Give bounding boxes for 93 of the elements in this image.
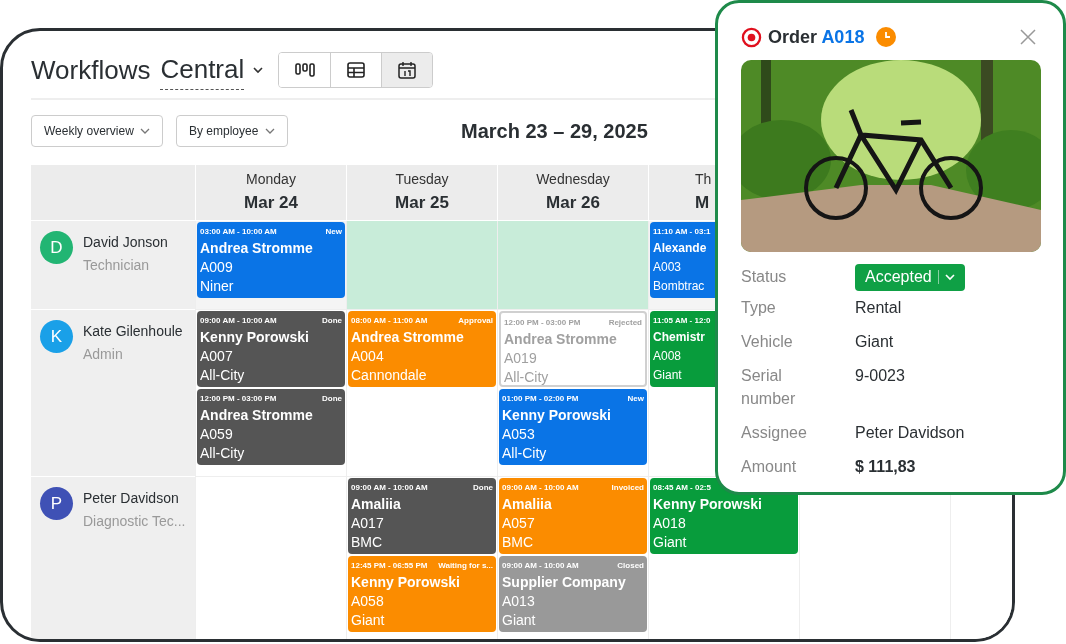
- event-customer: Amaliia: [351, 495, 401, 514]
- page-title: Workflows: [31, 53, 151, 87]
- event-time: 01:00 PM - 02:00 PM: [502, 393, 579, 405]
- event-time: 09:00 AM - 10:00 AM: [351, 482, 428, 494]
- avatar: K: [40, 320, 73, 353]
- event-time: 12:00 PM - 03:00 PM: [504, 317, 581, 329]
- event-status: Approval: [458, 315, 493, 327]
- date-range: March 23 – 29, 2025: [461, 119, 648, 144]
- event-vehicle: Giant: [653, 367, 682, 384]
- event-time: 11:10 AM - 03:1: [653, 226, 711, 238]
- weekday-label: Monday: [246, 170, 296, 190]
- field-label: Assignee: [741, 423, 808, 443]
- event-customer: Kenny Porowski: [351, 573, 460, 592]
- event-customer: Supplier Company: [502, 573, 626, 592]
- event-vehicle: Niner: [200, 277, 234, 296]
- event-vehicle: Bombtrac: [653, 278, 705, 295]
- avatar: D: [40, 231, 73, 264]
- event-customer: Kenny Porowski: [653, 495, 762, 514]
- event-code: A018: [653, 514, 686, 533]
- event-customer: Kenny Porowski: [502, 406, 611, 425]
- event-status: Invoiced: [611, 482, 644, 494]
- field-label: Type: [741, 298, 777, 318]
- event-vehicle: BMC: [502, 533, 534, 552]
- field-label: Serial number: [741, 366, 797, 409]
- event-code: A017: [351, 514, 384, 533]
- event-time: 12:45 PM - 06:55 PM: [351, 560, 428, 572]
- event-code: A004: [351, 347, 384, 366]
- event-code: A057: [502, 514, 535, 533]
- event-vehicle: All-City: [200, 444, 245, 463]
- event-vehicle: All-City: [504, 368, 549, 385]
- event-status: Rejected: [608, 317, 642, 329]
- event-vehicle: Giant: [502, 611, 536, 630]
- field-label: Amount: [741, 457, 798, 477]
- event-code: A059: [200, 425, 233, 444]
- event-vehicle: BMC: [351, 533, 383, 552]
- field-value: 9-0023: [855, 366, 905, 386]
- order-title: Order A018: [768, 25, 865, 49]
- event-time: 09:00 AM - 10:00 AM: [502, 560, 579, 572]
- event-time: 08:45 AM - 02:5: [653, 482, 711, 494]
- event-customer: Andrea Stromme: [200, 406, 313, 425]
- employee-role: Diagnostic Tec...: [83, 512, 186, 531]
- event-code: A003: [653, 259, 682, 276]
- event-status: Done: [473, 482, 493, 494]
- event-vehicle: Giant: [653, 533, 687, 552]
- field-value: $ 111,83: [855, 457, 916, 477]
- event-customer: Kenny Porowski: [200, 328, 309, 347]
- date-label: Mar 24: [244, 192, 298, 215]
- event-code: A019: [504, 349, 537, 368]
- event-customer: Andrea Stromme: [504, 330, 617, 349]
- field-value: Giant: [855, 332, 894, 352]
- event-time: 12:00 PM - 03:00 PM: [200, 393, 277, 405]
- event-status: Done: [322, 393, 342, 405]
- event-code: A013: [502, 592, 535, 611]
- employee-name: Peter Davidson: [83, 489, 179, 508]
- event-vehicle: Cannondale: [351, 366, 427, 385]
- event-vehicle: Giant: [351, 611, 385, 630]
- event-time: 09:00 AM - 10:00 AM: [200, 315, 277, 327]
- event-code: A009: [200, 258, 233, 277]
- event-customer: Andrea Stromme: [351, 328, 464, 347]
- date-label: Mar 26: [546, 192, 600, 215]
- event-time: 03:00 AM - 10:00 AM: [200, 226, 277, 238]
- event-time: 08:00 AM - 11:00 AM: [351, 315, 428, 327]
- employee-name: David Jonson: [83, 233, 168, 252]
- event-customer: Chemistr: [653, 329, 705, 346]
- event-code: A053: [502, 425, 535, 444]
- event-time: 09:00 AM - 10:00 AM: [502, 482, 579, 494]
- event-code: A007: [200, 347, 233, 366]
- field-label: Vehicle: [741, 332, 794, 352]
- event-status: Waiting for s...: [438, 560, 493, 572]
- event-customer: Andrea Stromme: [200, 239, 313, 258]
- event-status: New: [627, 393, 644, 405]
- date-label: Mar 25: [395, 192, 449, 215]
- event-status: Closed: [617, 560, 644, 572]
- employee-name: Kate Gilenhoule: [83, 322, 183, 341]
- event-status: New: [325, 226, 342, 238]
- event-customer: Alexande: [653, 240, 707, 257]
- event-customer: Amaliia: [502, 495, 552, 514]
- weekday-label: Th: [695, 170, 712, 190]
- weekday-label: Wednesday: [536, 170, 610, 190]
- avatar: P: [40, 487, 73, 520]
- field-label: Status: [741, 267, 787, 287]
- field-value: Rental: [855, 298, 902, 318]
- event-vehicle: All-City: [200, 366, 245, 385]
- date-label: M: [695, 192, 710, 215]
- event-time: 11:05 AM - 12:0: [653, 315, 711, 327]
- event-vehicle: All-City: [502, 444, 547, 463]
- employee-role: Technician: [83, 256, 150, 275]
- employee-role: Admin: [83, 345, 123, 364]
- field-value: Peter Davidson: [855, 423, 965, 443]
- event-code: A008: [653, 348, 682, 365]
- weekday-label: Tuesday: [395, 170, 449, 190]
- event-code: A058: [351, 592, 384, 611]
- event-status: Done: [322, 315, 342, 327]
